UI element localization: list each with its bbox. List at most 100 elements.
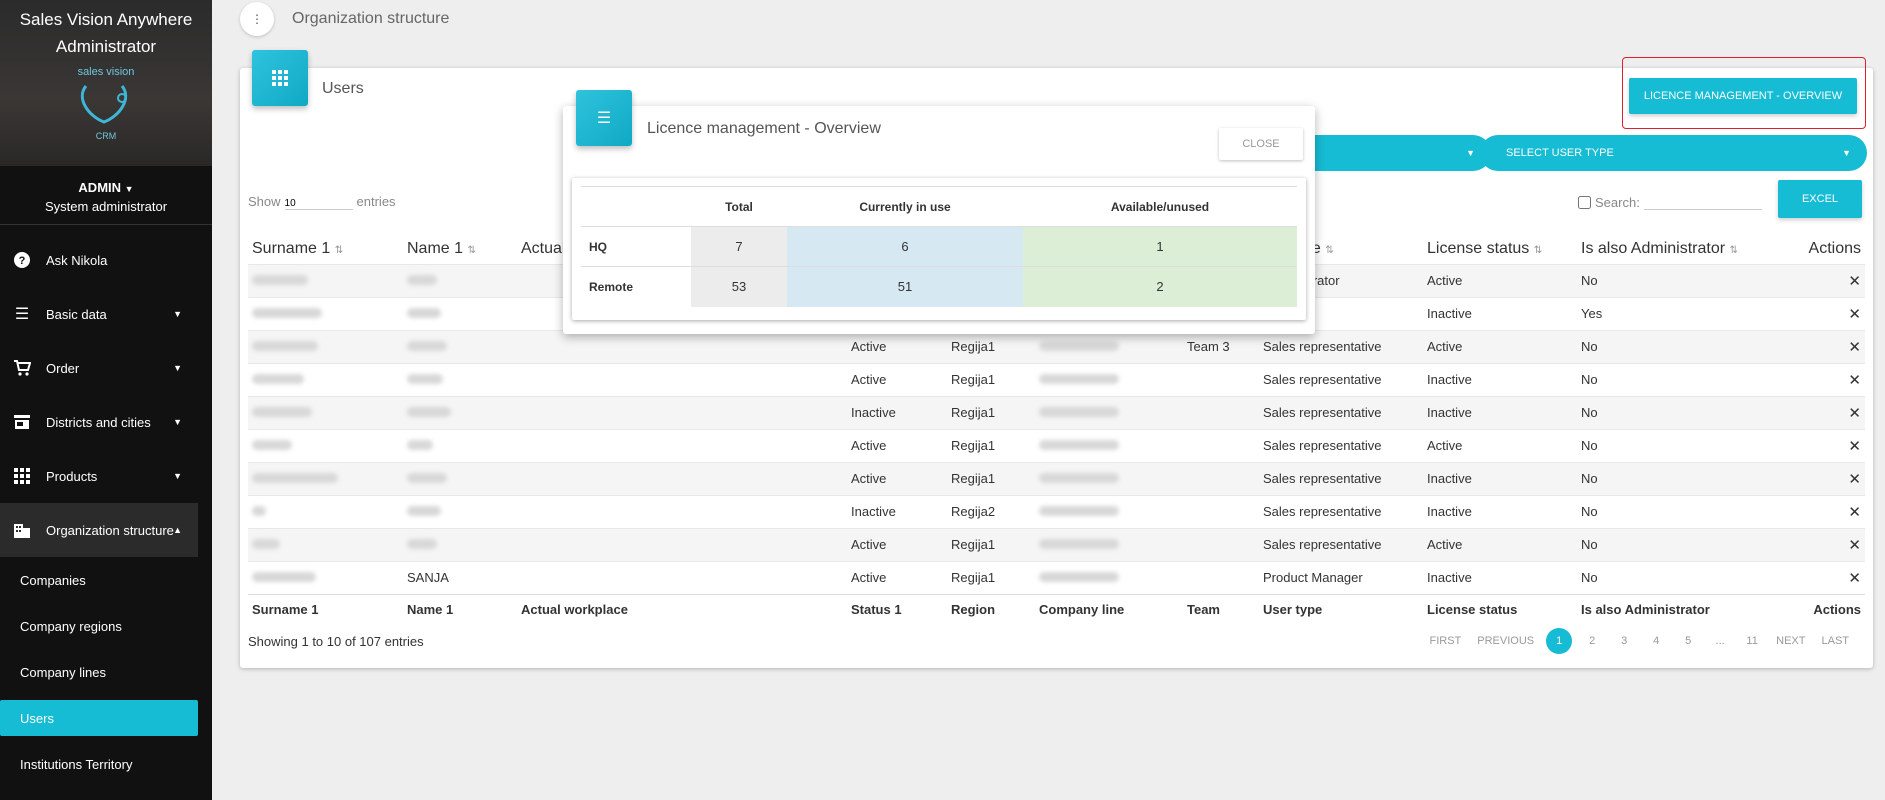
cell-user-type: Sales representative: [1259, 362, 1423, 396]
delete-icon[interactable]: ✕: [1848, 372, 1861, 389]
page-link[interactable]: 1: [1546, 628, 1573, 654]
cell-name: [403, 527, 517, 561]
cell-actions: ✕: [1777, 395, 1865, 429]
cell-license-status: Inactive: [1423, 362, 1577, 396]
col-is-also-admin[interactable]: Is also Administrator ⇅: [1577, 234, 1777, 264]
search-checkbox[interactable]: [1578, 195, 1591, 209]
sub-item-company-regions[interactable]: Company regions: [0, 603, 212, 649]
page-link[interactable]: NEXT: [1772, 635, 1809, 647]
nav-item-ask-nikola[interactable]: ? Ask Nikola: [0, 233, 212, 287]
cell-company-line: [1035, 428, 1183, 462]
licence-header-row: Total Currently in use Available/unused: [581, 186, 1297, 227]
cell-actions: ✕: [1777, 263, 1865, 297]
table-row[interactable]: Active Regija1 Sales representative Active N…: [248, 527, 1865, 561]
licence-management-overview-button[interactable]: LICENCE MANAGEMENT - OVERVIEW: [1629, 78, 1857, 114]
cell-surname: [248, 560, 403, 594]
more-vert-button[interactable]: ⋮: [240, 2, 274, 36]
nav-item-order[interactable]: Order ▼: [0, 341, 212, 395]
cell-name: [403, 329, 517, 363]
delete-icon[interactable]: ✕: [1848, 438, 1861, 455]
cell-name: [403, 494, 517, 528]
table-row[interactable]: Active Regija1 Sales representative Inactiv…: [248, 362, 1865, 396]
page-link[interactable]: 4: [1644, 635, 1668, 647]
delete-icon[interactable]: ✕: [1848, 537, 1861, 554]
licence-table-panel: Total Currently in use Available/unused …: [572, 178, 1306, 320]
entries-input[interactable]: [284, 192, 353, 210]
sub-item-institutions-territory[interactable]: Institutions Territory: [0, 741, 212, 787]
sort-icon: ⇅: [334, 244, 344, 256]
cell-region: Regija1: [947, 329, 1035, 363]
licence-row-label: Remote: [581, 266, 691, 307]
delete-icon[interactable]: ✕: [1848, 504, 1861, 521]
nav-item-products[interactable]: Products ▼: [0, 449, 212, 503]
table-row[interactable]: SANJA Active Regija1 Product Manager Inactiv…: [248, 560, 1865, 594]
chevron-down-icon: ▼: [1466, 148, 1475, 158]
page-link[interactable]: FIRST: [1426, 635, 1466, 647]
page-link[interactable]: ...: [1708, 635, 1732, 647]
cell-actions: ✕: [1777, 362, 1865, 396]
table-row[interactable]: Inactive Regija1 Sales representative Inact…: [248, 395, 1865, 429]
sub-item-users[interactable]: Users: [0, 700, 198, 736]
nav-label: Organization structure: [46, 522, 174, 538]
delete-icon[interactable]: ✕: [1848, 273, 1861, 290]
footer-license-status: License status: [1423, 593, 1577, 624]
cell-status: Active: [847, 428, 947, 462]
table-row[interactable]: Inactive Regija2 Sales representative Inact…: [248, 494, 1865, 528]
select-user-type-dropdown[interactable]: SELECT USER TYPE ▼: [1480, 135, 1867, 171]
col-name[interactable]: Name 1 ⇅: [403, 234, 517, 264]
cell-user-type: Product Manager: [1259, 560, 1423, 594]
delete-icon[interactable]: ✕: [1848, 306, 1861, 323]
cell-team: [1183, 362, 1259, 396]
svg-text:?: ?: [19, 255, 26, 267]
cell-actions: ✕: [1777, 428, 1865, 462]
user-name[interactable]: ADMIN ▼: [0, 180, 212, 195]
page-link[interactable]: 2: [1580, 635, 1604, 647]
cell-name: SANJA: [403, 560, 517, 594]
col-license-status[interactable]: License status ⇅: [1423, 234, 1577, 264]
delete-icon[interactable]: ✕: [1848, 339, 1861, 356]
nav-item-basic-data[interactable]: ☰ Basic data ▼: [0, 287, 212, 341]
delete-icon[interactable]: ✕: [1848, 471, 1861, 488]
cell-region: Regija1: [947, 362, 1035, 396]
page-link[interactable]: PREVIOUS: [1473, 635, 1538, 647]
nav-item-organization-structure[interactable]: Organization structure ▲: [0, 503, 198, 557]
cell-surname: [248, 329, 403, 363]
page-link[interactable]: 3: [1612, 635, 1636, 647]
sub-item-companies[interactable]: Companies: [0, 557, 212, 603]
cell-actual-workplace: [517, 395, 847, 429]
cell-user-type: Sales representative: [1259, 428, 1423, 462]
col-actions: Actions: [1808, 239, 1861, 257]
brand-title-line-1: Sales Vision Anywhere: [19, 10, 193, 29]
cell-is-also-admin: No: [1577, 428, 1777, 462]
close-button[interactable]: CLOSE: [1219, 128, 1303, 160]
sub-item-company-lines[interactable]: Company lines: [0, 649, 212, 695]
cell-actual-workplace: [517, 329, 847, 363]
licence-available: 2: [1023, 266, 1297, 307]
cell-license-status: Inactive: [1423, 296, 1577, 330]
table-row[interactable]: Active Regija1 Sales representative Active N…: [248, 428, 1865, 462]
sort-icon: ⇅: [1533, 244, 1543, 256]
delete-icon[interactable]: ✕: [1848, 570, 1861, 587]
table-row[interactable]: Active Regija1 Team 3 Sales representative A…: [248, 329, 1865, 363]
excel-button[interactable]: EXCEL: [1778, 180, 1862, 218]
search-label: Search:: [1595, 194, 1640, 210]
page-link[interactable]: LAST: [1817, 635, 1853, 647]
sales-vision-logo: sales vision CRM: [66, 66, 146, 141]
cell-is-also-admin: Yes: [1577, 296, 1777, 330]
delete-icon[interactable]: ✕: [1848, 405, 1861, 422]
page-link[interactable]: 11: [1740, 635, 1764, 647]
cell-region: Regija2: [947, 494, 1035, 528]
cell-company-line: [1035, 329, 1183, 363]
cell-actual-workplace: [517, 494, 847, 528]
col-surname[interactable]: Surname 1 ⇅: [248, 234, 403, 264]
user-block[interactable]: ADMIN ▼ System administrator: [0, 166, 212, 225]
search-input[interactable]: [1643, 194, 1762, 210]
table-row[interactable]: Active Regija1 Sales representative Inactiv…: [248, 461, 1865, 495]
nav-item-districts[interactable]: Districts and cities ▼: [0, 395, 212, 449]
chevron-down-icon: ▼: [1842, 148, 1851, 158]
page-link[interactable]: 5: [1676, 635, 1700, 647]
caret-down-icon: ▼: [124, 184, 134, 194]
licence-header-in-use: Currently in use: [787, 186, 1023, 227]
cell-actual-workplace: [517, 461, 847, 495]
cell-name: [403, 296, 517, 330]
